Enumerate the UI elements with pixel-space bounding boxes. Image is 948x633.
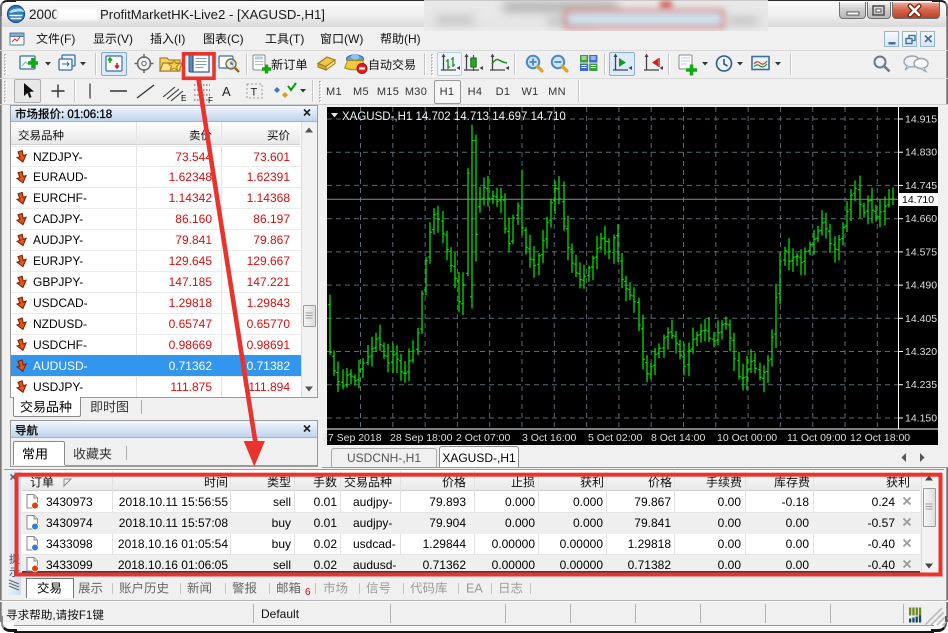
svg-text:14.150: 14.150: [905, 413, 937, 425]
svg-text:(V): (V): [117, 32, 133, 46]
svg-text:EA: EA: [466, 582, 483, 596]
svg-text:(H): (H): [404, 32, 421, 46]
svg-text:11 Oct 09:00: 11 Oct 09:00: [787, 432, 847, 444]
svg-text:F1: F1: [79, 609, 93, 622]
svg-text:T: T: [251, 87, 258, 99]
svg-text:8 Oct 14:00: 8 Oct 14:00: [651, 432, 705, 444]
svg-text:14.405: 14.405: [905, 313, 937, 325]
svg-text:,: ,: [52, 609, 55, 622]
svg-text:14.830: 14.830: [905, 147, 937, 159]
svg-text:: 01:06:18: : 01:06:18: [61, 109, 112, 121]
svg-text:E: E: [181, 94, 186, 103]
svg-text:6: 6: [305, 587, 311, 598]
svg-text:14.575: 14.575: [905, 246, 937, 258]
svg-text:XAGUSD-,H1 14.702 14.713 14.69: XAGUSD-,H1 14.702 14.713 14.697 14.710: [342, 111, 566, 123]
svg-text:14.235: 14.235: [905, 379, 937, 391]
svg-text:(F): (F): [60, 32, 75, 46]
svg-text:(W): (W): [344, 32, 363, 46]
svg-text:28 Sep 18:00: 28 Sep 18:00: [390, 432, 453, 444]
svg-text:(C): (C): [227, 32, 244, 46]
svg-text:27 Sep 2018: 27 Sep 2018: [322, 432, 382, 444]
svg-text:2 Oct 07:00: 2 Oct 07:00: [456, 432, 510, 444]
svg-text:(I): (I): [174, 32, 185, 46]
svg-text:(T): (T): [289, 32, 304, 46]
svg-text:14.320: 14.320: [905, 346, 937, 358]
svg-text:A: A: [222, 84, 231, 99]
svg-text:10 Oct 00:00: 10 Oct 00:00: [717, 432, 777, 444]
svg-text:5 Oct 02:00: 5 Oct 02:00: [588, 432, 642, 444]
svg-text:12 Oct 18:00: 12 Oct 18:00: [850, 432, 910, 444]
svg-text:14.915: 14.915: [905, 114, 937, 126]
svg-text:3 Oct 16:00: 3 Oct 16:00: [522, 432, 576, 444]
svg-text:F: F: [208, 96, 213, 105]
svg-text:14.745: 14.745: [905, 180, 937, 192]
svg-text:14.490: 14.490: [905, 280, 937, 292]
svg-text:14.660: 14.660: [905, 213, 937, 225]
